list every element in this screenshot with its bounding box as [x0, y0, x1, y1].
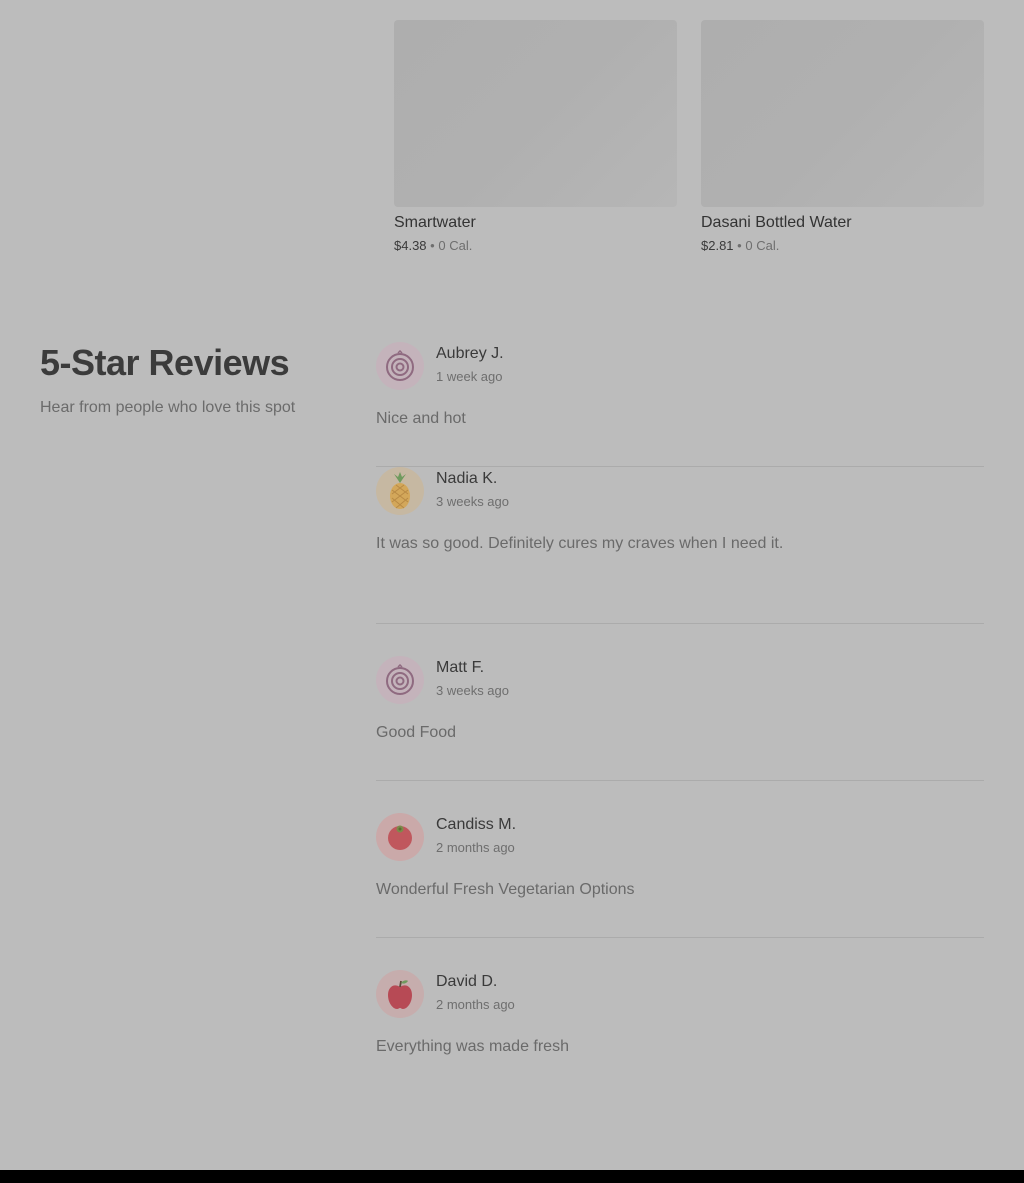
tomato-icon: [376, 813, 424, 861]
product-image-placeholder: [394, 20, 677, 207]
review-date: 3 weeks ago: [436, 683, 509, 698]
product-name: Smartwater: [394, 214, 476, 231]
reviewer-name: David D.: [436, 973, 498, 990]
product-price: $2.81: [701, 238, 734, 253]
reviews-subtitle: Hear from people who love this spot: [40, 399, 296, 416]
review-date: 2 months ago: [436, 840, 515, 855]
apple-icon: [376, 970, 424, 1018]
meta-separator: •: [737, 238, 742, 253]
product-calories: 0 Cal.: [438, 238, 473, 253]
pineapple-icon: [376, 467, 424, 515]
product-card-dasani[interactable]: Dasani Bottled Water $2.81 • 0 Cal.: [701, 20, 984, 254]
product-image-placeholder: [701, 20, 984, 207]
product-name: Dasani Bottled Water: [701, 214, 852, 231]
product-card-smartwater[interactable]: Smartwater $4.38 • 0 Cal.: [394, 20, 677, 254]
review-item: Candiss M. 2 months ago Wonderful Fresh …: [376, 781, 984, 938]
product-carousel: Smartwater $4.38 • 0 Cal. Dasani Bottled…: [394, 20, 984, 254]
review-text: Wonderful Fresh Vegetarian Options: [376, 881, 635, 898]
reviews-title: 5-Star Reviews: [40, 342, 290, 383]
product-meta: $2.81 • 0 Cal.: [701, 238, 984, 254]
onion-icon: [376, 656, 424, 704]
review-date: 1 week ago: [436, 369, 503, 384]
meta-separator: •: [430, 238, 435, 253]
review-date: 2 months ago: [436, 997, 515, 1012]
product-price: $4.38: [394, 238, 427, 253]
footer-bar: [0, 1170, 1024, 1183]
review-item: Nadia K. 3 weeks ago It was so good. Def…: [376, 467, 984, 624]
review-text: Everything was made fresh: [376, 1038, 569, 1055]
reviewer-name: Matt F.: [436, 659, 485, 676]
review-item: David D. 2 months ago Everything was mad…: [376, 938, 984, 1095]
reviews-intro: 5-Star Reviews Hear from people who love…: [40, 340, 360, 418]
onion-icon: [376, 342, 424, 390]
reviewer-name: Candiss M.: [436, 816, 517, 833]
product-calories: 0 Cal.: [745, 238, 780, 253]
review-text: It was so good. Definitely cures my crav…: [376, 535, 784, 552]
review-text: Good Food: [376, 724, 457, 741]
reviewer-name: Aubrey J.: [436, 345, 504, 362]
reviewer-name: Nadia K.: [436, 470, 498, 487]
review-date: 3 weeks ago: [436, 494, 509, 509]
review-item: Matt F. 3 weeks ago Good Food: [376, 624, 984, 781]
review-item: Aubrey J. 1 week ago Nice and hot: [376, 342, 984, 467]
product-meta: $4.38 • 0 Cal.: [394, 238, 677, 254]
review-list: Aubrey J. 1 week ago Nice and hot Nadia …: [376, 342, 984, 1095]
review-text: Nice and hot: [376, 410, 466, 427]
